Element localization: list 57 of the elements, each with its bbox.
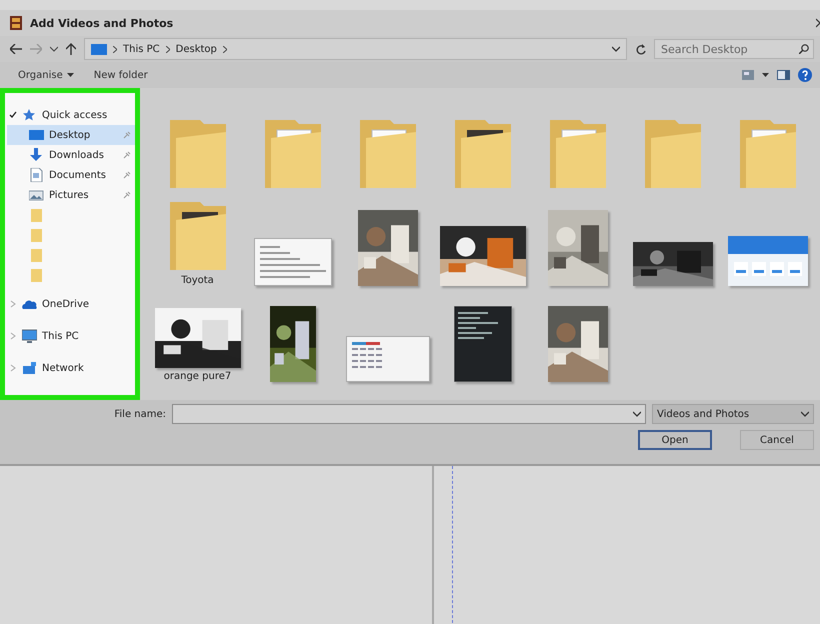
- navigation-item[interactable]: Documents: [7, 165, 135, 185]
- field-label: File name:: [113, 408, 166, 420]
- toolbar-button[interactable]: New folder: [88, 68, 154, 82]
- breadcrumb-item[interactable]: Desktop: [176, 44, 217, 54]
- caret-icon[interactable]: [66, 73, 74, 77]
- navigation-item[interactable]: Pictures: [7, 185, 135, 205]
- chevron-icon: [113, 46, 117, 52]
- terminal-thumbnail[interactable]: [454, 306, 512, 382]
- refresh-icon[interactable]: [635, 44, 646, 54]
- spreadsheet-thumbnail[interactable]: [346, 336, 430, 382]
- picture-icon: [29, 188, 44, 202]
- back-arrow-icon[interactable]: [10, 44, 22, 54]
- folder-icon: [29, 248, 44, 262]
- chevron-icon: [166, 46, 170, 52]
- breadcrumb-item[interactable]: This PC: [123, 44, 160, 54]
- window-title: Add Videos and Photos: [30, 16, 174, 30]
- file-type-dropdown[interactable]: Videos and Photos: [652, 404, 814, 424]
- chevron-icon[interactable]: [222, 46, 227, 52]
- folder-icon: [29, 228, 44, 242]
- caret-icon[interactable]: [762, 73, 769, 77]
- search-icon: [799, 44, 809, 54]
- dialog-button[interactable]: Open: [638, 430, 712, 450]
- navigation-item[interactable]: This PC: [7, 323, 135, 349]
- preview-pane-icon[interactable]: [777, 70, 790, 80]
- file-name-field[interactable]: [172, 404, 646, 424]
- dropdown-caret-icon[interactable]: [612, 46, 620, 52]
- computer-icon: [91, 44, 107, 54]
- up-arrow-icon[interactable]: [66, 43, 76, 55]
- document-icon: [29, 168, 44, 182]
- network-icon: [22, 361, 37, 375]
- caret-icon[interactable]: [633, 411, 641, 417]
- view-options-icon[interactable]: [742, 70, 754, 80]
- toolbar-button[interactable]: Organise: [12, 68, 80, 82]
- caret-icon: [801, 411, 809, 417]
- download-arrow-icon: [29, 148, 44, 162]
- folder-icon: [29, 208, 44, 222]
- web-page-thumbnail[interactable]: [728, 236, 808, 286]
- navigation-item[interactable]: Downloads: [7, 145, 135, 165]
- file-name: Toyota: [181, 275, 214, 286]
- computer-icon: [22, 329, 37, 343]
- close-icon[interactable]: [816, 18, 820, 28]
- navigation-item[interactable]: Quick access: [7, 105, 135, 125]
- folder-icon[interactable]: [452, 118, 512, 190]
- folder-icon: [29, 268, 44, 282]
- navigation-item[interactable]: Desktop: [7, 125, 135, 145]
- help-icon[interactable]: [798, 68, 812, 82]
- navigation-item[interactable]: Network: [7, 355, 135, 381]
- navigation-item[interactable]: OneDrive: [7, 291, 135, 317]
- monitor-icon: [29, 128, 44, 142]
- caret-icon[interactable]: [50, 46, 58, 52]
- search-field[interactable]: Search Desktop: [654, 39, 814, 59]
- folder-icon[interactable]: [168, 200, 228, 272]
- file-name: orange pure7: [164, 371, 232, 382]
- star-icon: [22, 108, 37, 122]
- dialog-button[interactable]: Cancel: [740, 430, 814, 450]
- app-icon: [10, 16, 22, 30]
- document-thumbnail[interactable]: [254, 238, 332, 286]
